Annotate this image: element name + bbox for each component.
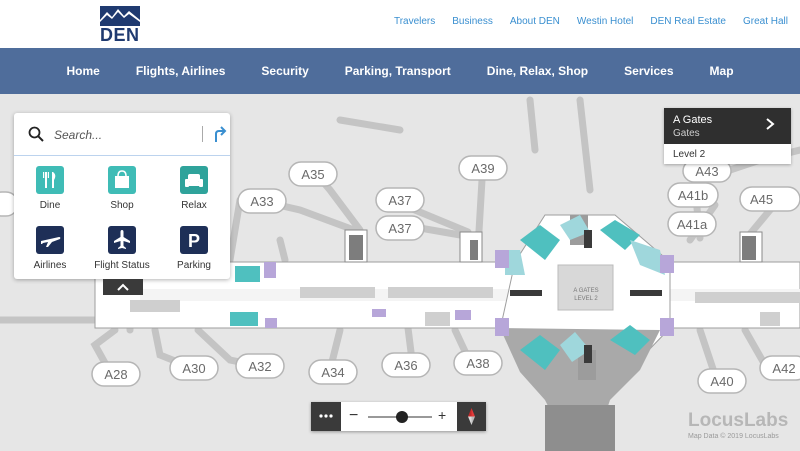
center-label-line2: LEVEL 2 <box>574 296 598 302</box>
more-options-button[interactable] <box>311 402 341 431</box>
toplink-travelers[interactable]: Travelers <box>394 16 435 27</box>
armchair-icon <box>180 166 208 194</box>
center-label-line1: A GATES <box>573 288 598 294</box>
zoom-in-button[interactable]: + <box>438 407 446 423</box>
parking-icon: P <box>180 226 208 254</box>
gate-label: A45 <box>750 192 773 207</box>
category-dine[interactable]: Dine <box>14 166 86 211</box>
gate-label: A38 <box>466 356 489 371</box>
shopping-bag-icon <box>108 166 136 194</box>
svg-text:P: P <box>188 231 200 251</box>
level-selector[interactable]: A Gates Gates Level 2 <box>664 108 791 164</box>
toplink-westin-hotel[interactable]: Westin Hotel <box>577 16 634 27</box>
page: DEN Travelers Business About DEN Westin … <box>0 0 800 451</box>
gate-label: A28 <box>104 367 127 382</box>
map-attribution: Map Data © 2019 LocusLabs <box>688 433 779 440</box>
zoom-out-button[interactable]: − <box>349 407 358 425</box>
top-header: DEN Travelers Business About DEN Westin … <box>0 0 800 48</box>
category-label: Flight Status <box>94 260 150 271</box>
directions-icon[interactable] <box>213 125 227 143</box>
toplink-about-den[interactable]: About DEN <box>510 16 560 27</box>
level-selector-header[interactable]: A Gates Gates <box>664 108 791 144</box>
nav-services[interactable]: Services <box>624 64 673 78</box>
zoom-slider-handle[interactable] <box>396 411 408 423</box>
category-relax[interactable]: Relax <box>158 166 230 211</box>
category-label: Dine <box>39 200 61 211</box>
nav-flights-airlines[interactable]: Flights, Airlines <box>136 64 226 78</box>
more-dots-icon <box>319 414 333 418</box>
gate-label: A30 <box>182 361 205 376</box>
collapse-panel-button[interactable] <box>103 279 143 295</box>
toplink-den-real-estate[interactable]: DEN Real Estate <box>650 16 726 27</box>
gate-label: A37 <box>388 221 411 236</box>
building-title: A Gates <box>673 114 713 126</box>
category-label: Airlines <box>33 260 67 271</box>
nav-security[interactable]: Security <box>261 64 308 78</box>
zoom-control: − + <box>311 402 486 431</box>
nav-parking-transport[interactable]: Parking, Transport <box>345 64 451 78</box>
main-nav: Home Flights, Airlines Security Parking,… <box>0 48 800 94</box>
gate-label: A43 <box>695 164 718 179</box>
nav-home[interactable]: Home <box>66 64 99 78</box>
nav-dine-relax-shop[interactable]: Dine, Relax, Shop <box>487 64 588 78</box>
gate-label: A36 <box>394 358 417 373</box>
den-logo[interactable]: DEN <box>100 6 140 44</box>
search-icon[interactable] <box>28 126 44 142</box>
chevron-up-icon <box>117 283 129 291</box>
building-subtitle: Gates <box>673 128 700 139</box>
gate-label: A32 <box>248 359 271 374</box>
airplane-icon <box>36 226 64 254</box>
category-flight-status[interactable]: Flight Status <box>86 226 158 271</box>
gate-label: A34 <box>321 365 344 380</box>
toplink-business[interactable]: Business <box>452 16 493 27</box>
fork-knife-icon <box>36 166 64 194</box>
gate-label: A41b <box>678 188 708 203</box>
search-input[interactable] <box>54 125 184 145</box>
logo-mountain-icon <box>100 6 140 26</box>
category-shop[interactable]: Shop <box>86 166 158 211</box>
gate-label: A37 <box>388 193 411 208</box>
category-parking[interactable]: P Parking <box>158 226 230 271</box>
locuslabs-logo: LocusLabs <box>688 410 789 431</box>
toplink-great-hall[interactable]: Great Hall <box>743 16 788 27</box>
compass-button[interactable] <box>457 402 486 431</box>
search-row <box>14 113 230 156</box>
top-links: Travelers Business About DEN Westin Hote… <box>377 16 788 27</box>
gate-label: A39 <box>471 161 494 176</box>
category-label: Relax <box>181 200 207 211</box>
compass-icon <box>468 408 475 425</box>
category-airlines[interactable]: Airlines <box>14 226 86 271</box>
gate-label: A42 <box>772 361 795 376</box>
search-divider <box>202 126 203 142</box>
category-label: Parking <box>177 260 211 271</box>
gate-label: A35 <box>301 167 324 182</box>
chevron-right-icon <box>766 118 775 130</box>
gate-label: A41a <box>677 217 708 232</box>
search-panel: Dine Shop Relax Airlines <box>14 113 230 279</box>
logo-text: DEN <box>100 25 140 45</box>
gate-label: A40 <box>710 374 733 389</box>
category-label: Shop <box>110 200 134 211</box>
gate-label: A33 <box>250 194 273 209</box>
nav-map[interactable]: Map <box>710 64 734 78</box>
airplane-up-icon <box>108 226 136 254</box>
level-label[interactable]: Level 2 <box>673 149 705 160</box>
